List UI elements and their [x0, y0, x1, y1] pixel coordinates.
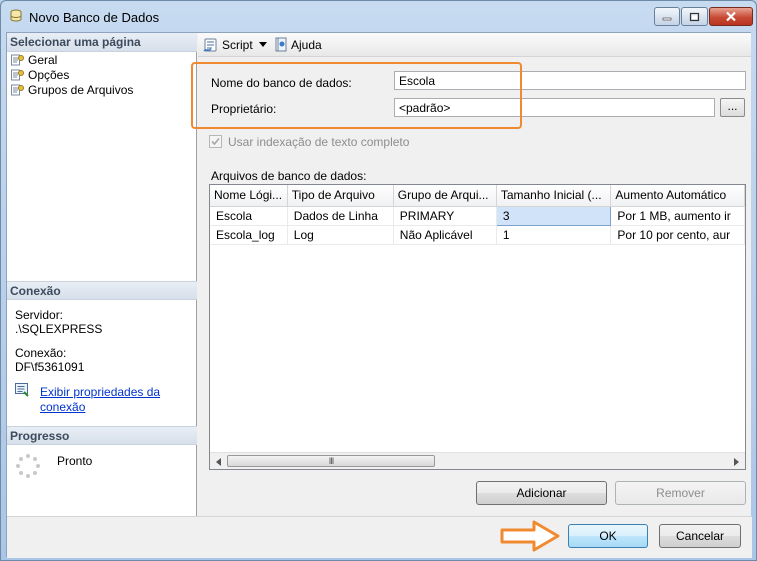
- page-item-opcoes[interactable]: Opções: [11, 67, 69, 82]
- left-pane: Selecionar uma página Geral Opções Grupo…: [7, 33, 197, 516]
- cell-initial-size[interactable]: 3: [495, 205, 612, 226]
- connection-header: Conexão: [7, 281, 197, 300]
- cell-file-type[interactable]: Log: [287, 225, 394, 245]
- script-label: Script: [222, 38, 253, 52]
- highlight-annotation: [191, 62, 522, 129]
- progress-spinner-icon: [16, 454, 40, 478]
- help-button[interactable]: Ajuda: [275, 37, 322, 53]
- horizontal-scrollbar[interactable]: III: [210, 452, 745, 469]
- dialog-window: Novo Banco de Dados Selecionar uma págin…: [0, 0, 757, 561]
- page-item-geral[interactable]: Geral: [11, 52, 57, 67]
- scroll-thumb[interactable]: III: [227, 455, 435, 467]
- close-icon: [726, 11, 736, 22]
- title-bar[interactable]: Novo Banco de Dados: [1, 1, 756, 31]
- owner-browse-button[interactable]: ...: [720, 98, 745, 117]
- add-button[interactable]: Adicionar: [476, 481, 607, 505]
- progress-status: Pronto: [57, 454, 93, 468]
- column-header-filegroup[interactable]: Grupo de Arqui...: [393, 185, 497, 207]
- table-header-row: Nome Lógi... Tipo de Arquivo Grupo de Ar…: [210, 185, 745, 207]
- chevron-left-icon: [216, 457, 221, 466]
- column-header-initial-size[interactable]: Tamanho Inicial (...: [496, 185, 612, 207]
- chevron-right-icon: [734, 457, 739, 466]
- help-label: Ajuda: [291, 38, 322, 52]
- page-icon: [11, 84, 24, 95]
- script-icon: [203, 38, 217, 52]
- window-title: Novo Banco de Dados: [29, 10, 160, 25]
- minimize-icon: [662, 17, 672, 20]
- page-item-label: Opções: [28, 67, 70, 82]
- page-item-label: Geral: [28, 52, 58, 67]
- cancel-button[interactable]: Cancelar: [659, 524, 741, 548]
- ok-button[interactable]: OK: [568, 524, 648, 548]
- remove-button[interactable]: Remover: [615, 481, 746, 505]
- fulltext-checkbox[interactable]: [209, 135, 222, 148]
- arrow-annotation-icon: [500, 520, 560, 552]
- select-page-header: Selecionar uma página: [7, 33, 197, 52]
- minimize-button[interactable]: [654, 7, 680, 26]
- properties-icon: [15, 383, 29, 397]
- cell-autogrowth[interactable]: Por 10 por cento, aur: [610, 225, 745, 245]
- server-value: .\SQLEXPRESS: [15, 322, 103, 336]
- page-item-label: Grupos de Arquivos: [28, 82, 134, 97]
- maximize-icon: [689, 12, 700, 21]
- scroll-right-button[interactable]: [728, 453, 745, 469]
- view-connection-properties-link[interactable]: Exibir propriedades da: [40, 385, 160, 399]
- cell-logical-name[interactable]: Escola_log: [210, 225, 288, 245]
- files-table: Nome Lógi... Tipo de Arquivo Grupo de Ar…: [210, 185, 745, 245]
- maximize-button[interactable]: [681, 7, 708, 26]
- table-row[interactable]: Escola_log Log Não Aplicável 1 Por 10 po…: [210, 225, 745, 245]
- column-header-logical-name[interactable]: Nome Lógi...: [210, 185, 288, 207]
- cell-filegroup[interactable]: PRIMARY: [393, 206, 497, 226]
- page-item-grupos-de-arquivos[interactable]: Grupos de Arquivos: [11, 82, 133, 97]
- server-label: Servidor:: [15, 308, 64, 322]
- page-icon: [11, 69, 24, 80]
- chevron-down-icon[interactable]: [258, 42, 267, 48]
- database-icon: [10, 9, 22, 22]
- toolbar: Script Ajuda: [198, 33, 751, 57]
- cell-filegroup[interactable]: Não Aplicável: [393, 225, 497, 245]
- close-button[interactable]: [709, 7, 753, 26]
- fulltext-label: Usar indexação de texto completo: [228, 135, 410, 149]
- cell-initial-size[interactable]: 1: [496, 225, 612, 245]
- page-icon: [11, 54, 24, 65]
- column-header-file-type[interactable]: Tipo de Arquivo: [287, 185, 394, 207]
- view-connection-properties-link-line2[interactable]: conexão: [40, 400, 85, 414]
- database-files-grid[interactable]: Nome Lógi... Tipo de Arquivo Grupo de Ar…: [209, 184, 746, 470]
- script-button[interactable]: Script: [203, 37, 267, 53]
- connection-label: Conexão:: [15, 346, 67, 360]
- cell-logical-name[interactable]: Escola: [210, 206, 288, 226]
- column-header-autogrowth[interactable]: Aumento Automático: [610, 185, 745, 207]
- progress-header: Progresso: [7, 426, 197, 445]
- connection-value: DF\f5361091: [15, 360, 85, 374]
- checkmark-icon: [211, 137, 220, 146]
- cell-file-type[interactable]: Dados de Linha: [287, 206, 394, 226]
- help-icon: [275, 37, 287, 52]
- table-row[interactable]: Escola Dados de Linha PRIMARY 3 Por 1 MB…: [210, 205, 745, 226]
- cell-autogrowth[interactable]: Por 1 MB, aumento ir: [610, 206, 745, 226]
- scroll-left-button[interactable]: [210, 453, 227, 469]
- database-files-label: Arquivos de banco de dados:: [211, 169, 367, 183]
